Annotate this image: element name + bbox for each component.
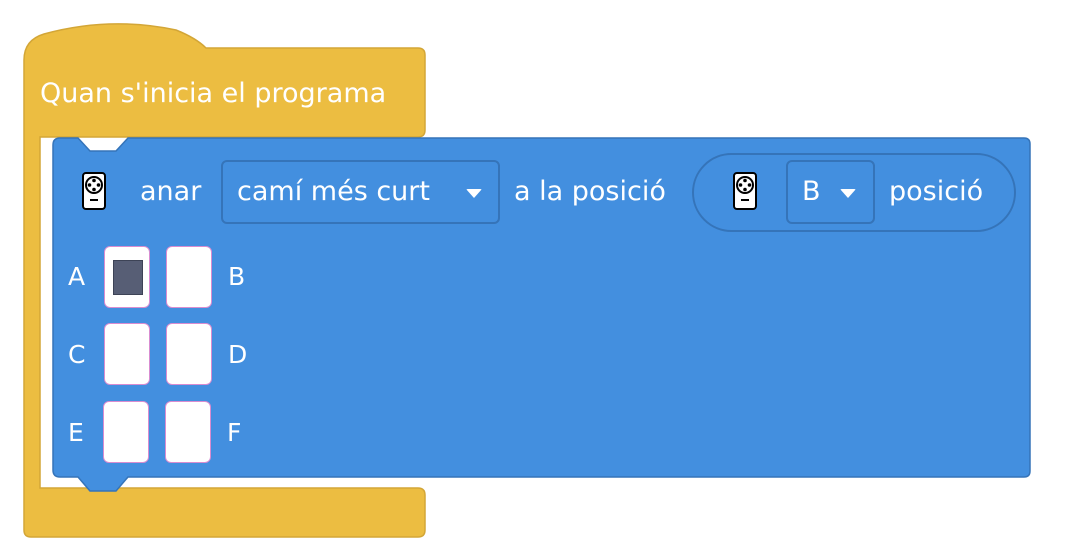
block-canvas: Quan s'inicia el programa anar camí més …: [0, 0, 1068, 554]
grid-label-e: E: [68, 418, 84, 447]
grid-label-a: A: [68, 262, 86, 291]
connector-label: a la posició: [514, 176, 666, 207]
grid-cell-c[interactable]: [104, 323, 150, 385]
grid-cell-d[interactable]: [166, 323, 212, 385]
robot-icon: [82, 172, 106, 210]
grid-cell-b[interactable]: [166, 246, 212, 308]
grid-cell-f[interactable]: [165, 401, 211, 463]
robot-icon: [733, 172, 757, 210]
chevron-down-icon: [840, 189, 856, 198]
route-dropdown-value: camí més curt: [237, 176, 430, 207]
position-dropdown-value: B: [802, 176, 821, 207]
grid-cell-e[interactable]: [103, 401, 149, 463]
grid-label-f: F: [227, 418, 242, 447]
grid-label-d: D: [228, 340, 248, 369]
reporter-label: posició: [889, 176, 984, 207]
grid-cell-a-selected: [113, 260, 143, 295]
motion-block[interactable]: [0, 0, 1068, 554]
position-dropdown[interactable]: B: [786, 160, 875, 224]
verb-label: anar: [140, 176, 202, 207]
route-dropdown[interactable]: camí més curt: [221, 160, 500, 224]
grid-label-c: C: [68, 340, 86, 369]
grid-cell-a[interactable]: [104, 246, 150, 308]
grid-label-b: B: [228, 262, 246, 291]
chevron-down-icon: [466, 189, 482, 198]
